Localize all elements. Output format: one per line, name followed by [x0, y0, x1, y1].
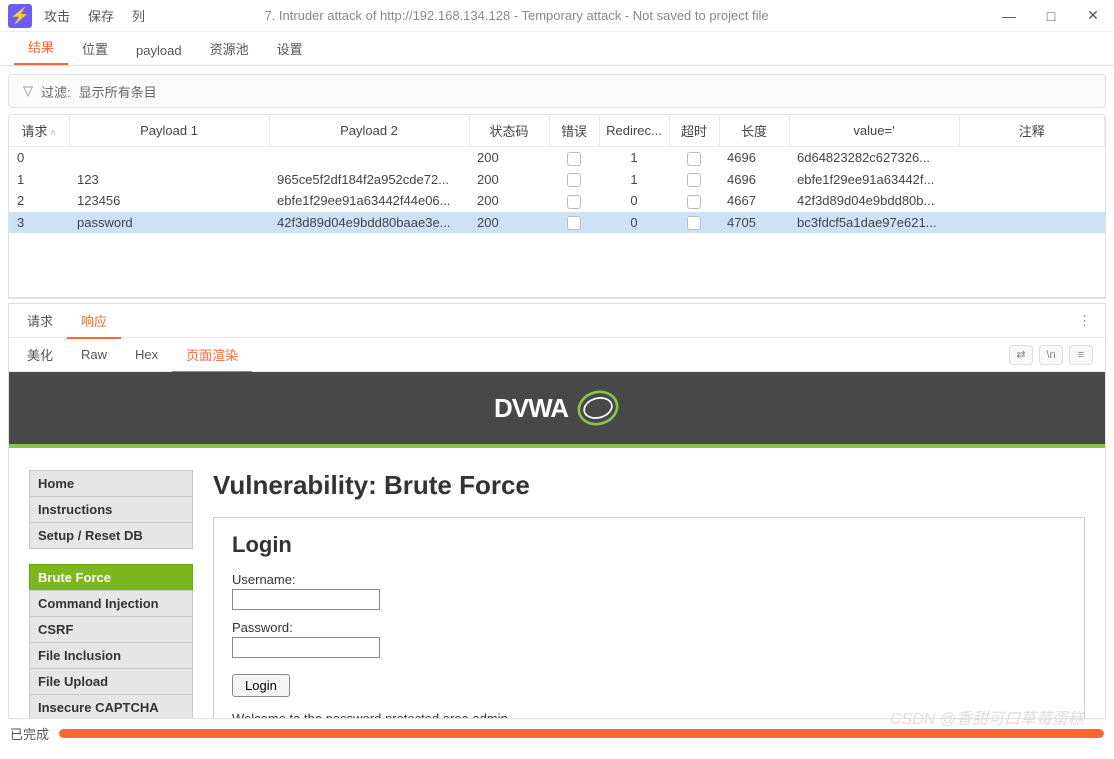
dvwa-page: DVWA HomeInstructionsSetup / Reset DB Bru…	[9, 372, 1105, 718]
page-title: Vulnerability: Brute Force	[213, 470, 1085, 501]
sidebar-item[interactable]: CSRF	[29, 616, 193, 643]
main-tabs: 结果位置payload资源池设置	[0, 32, 1114, 66]
col-header-2[interactable]: Payload 2	[269, 115, 469, 147]
reqresp-tab-1[interactable]: 响应	[67, 304, 121, 339]
view-tab-0[interactable]: 美化	[13, 338, 67, 371]
window-controls: — □ ✕	[988, 0, 1114, 32]
maximize-button[interactable]: □	[1030, 0, 1072, 32]
sidebar-item[interactable]: Home	[29, 470, 193, 497]
progress-bar	[59, 729, 1104, 738]
login-box: Login Username: Password: Login Welcome …	[213, 517, 1085, 718]
minimize-button[interactable]: —	[988, 0, 1030, 32]
error-checkbox	[567, 195, 581, 209]
filter-label: 过滤:	[41, 82, 71, 101]
table-row[interactable]: 1123965ce5f2df184f2a952cde72...20014696e…	[9, 169, 1105, 191]
filter-text: 显示所有条目	[79, 82, 157, 101]
sidebar-item[interactable]: Setup / Reset DB	[29, 522, 193, 549]
welcome-message: Welcome to the password protected area a…	[232, 711, 1066, 718]
view-tab-1[interactable]: Raw	[67, 340, 121, 369]
window-title: 7. Intruder attack of http://192.168.134…	[145, 8, 988, 23]
sidebar-item[interactable]: File Upload	[29, 668, 193, 695]
col-header-8[interactable]: value='	[789, 115, 959, 147]
error-checkbox	[567, 216, 581, 230]
menu-columns[interactable]: 列	[132, 6, 145, 25]
tab-3[interactable]: 资源池	[196, 32, 263, 65]
menu-save[interactable]: 保存	[88, 6, 114, 25]
timeout-checkbox	[687, 195, 701, 209]
login-button[interactable]: Login	[232, 674, 290, 697]
password-input[interactable]	[232, 637, 380, 658]
menu-attack[interactable]: 攻击	[44, 6, 70, 25]
table-row[interactable]: 2123456ebfe1f29ee91a63442f44e06...200046…	[9, 190, 1105, 212]
results-table-area: 请求Payload 1Payload 2状态码错误Redirec...超时长度v…	[8, 114, 1106, 298]
col-header-6[interactable]: 超时	[669, 115, 719, 147]
timeout-checkbox	[687, 216, 701, 230]
dvwa-body: HomeInstructionsSetup / Reset DB Brute Fo…	[9, 448, 1105, 718]
tab-0[interactable]: 结果	[14, 30, 68, 65]
table-row[interactable]: 0200146966d64823282c627326...	[9, 147, 1105, 169]
col-header-4[interactable]: 错误	[549, 115, 599, 147]
login-heading: Login	[232, 532, 1066, 558]
more-icon[interactable]: ⋮	[1078, 313, 1101, 329]
filter-bar[interactable]: ▽ 过滤: 显示所有条目	[8, 74, 1106, 108]
results-table[interactable]: 请求Payload 1Payload 2状态码错误Redirec...超时长度v…	[9, 115, 1105, 233]
username-label: Username:	[232, 572, 1066, 587]
dvwa-sidebar: HomeInstructionsSetup / Reset DB Brute Fo…	[29, 470, 193, 718]
dvwa-main: Vulnerability: Brute Force Login Usernam…	[213, 470, 1085, 718]
dvwa-header: DVWA	[9, 372, 1105, 448]
username-input[interactable]	[232, 589, 380, 610]
sidebar-item[interactable]: Brute Force	[29, 564, 193, 591]
lower-pane: 请求响应 ⋮ 美化RawHex页面渲染 ⇄ \n ≡ DVWA HomeInstruct…	[8, 304, 1106, 719]
title-menu: 攻击 保存 列	[44, 6, 145, 25]
sidebar-item[interactable]: Insecure CAPTCHA	[29, 694, 193, 718]
sidebar-item[interactable]: Instructions	[29, 496, 193, 523]
render-tool-2[interactable]: ≡	[1069, 345, 1093, 365]
table-row[interactable]: 3password42f3d89d04e9bdd80baae3e...20004…	[9, 212, 1105, 234]
render-tool-0[interactable]: ⇄	[1009, 345, 1033, 365]
col-header-0[interactable]: 请求	[9, 115, 69, 147]
password-label: Password:	[232, 620, 1066, 635]
title-bar: ⚡ 攻击 保存 列 7. Intruder attack of http://1…	[0, 0, 1114, 32]
tab-2[interactable]: payload	[122, 36, 196, 65]
status-text: 已完成	[10, 724, 49, 743]
col-header-3[interactable]: 状态码	[469, 115, 549, 147]
request-response-tabs: 请求响应 ⋮	[9, 304, 1105, 338]
col-header-1[interactable]: Payload 1	[69, 115, 269, 147]
dvwa-swoosh-icon	[576, 386, 620, 430]
tab-1[interactable]: 位置	[68, 32, 122, 65]
filter-icon: ▽	[23, 83, 33, 99]
status-bar: 已完成	[0, 719, 1114, 747]
col-header-9[interactable]: 注释	[959, 115, 1105, 147]
dvwa-logo: DVWA	[494, 386, 620, 430]
tab-4[interactable]: 设置	[263, 32, 317, 65]
view-tab-3[interactable]: 页面渲染	[172, 338, 252, 373]
view-mode-tabs: 美化RawHex页面渲染 ⇄ \n ≡	[9, 338, 1105, 372]
progress-fill	[59, 729, 1104, 738]
render-tool-1[interactable]: \n	[1039, 345, 1063, 365]
view-tab-2[interactable]: Hex	[121, 340, 172, 369]
render-tools: ⇄ \n ≡	[1009, 345, 1101, 365]
error-checkbox	[567, 152, 581, 166]
reqresp-tab-0[interactable]: 请求	[13, 304, 67, 337]
render-view[interactable]: DVWA HomeInstructionsSetup / Reset DB Bru…	[9, 372, 1105, 718]
timeout-checkbox	[687, 152, 701, 166]
timeout-checkbox	[687, 173, 701, 187]
sidebar-item[interactable]: Command Injection	[29, 590, 193, 617]
dvwa-logo-text: DVWA	[494, 393, 568, 424]
sidebar-item[interactable]: File Inclusion	[29, 642, 193, 669]
error-checkbox	[567, 173, 581, 187]
close-button[interactable]: ✕	[1072, 0, 1114, 32]
app-icon: ⚡	[8, 4, 32, 28]
col-header-7[interactable]: 长度	[719, 115, 789, 147]
col-header-5[interactable]: Redirec...	[599, 115, 669, 147]
